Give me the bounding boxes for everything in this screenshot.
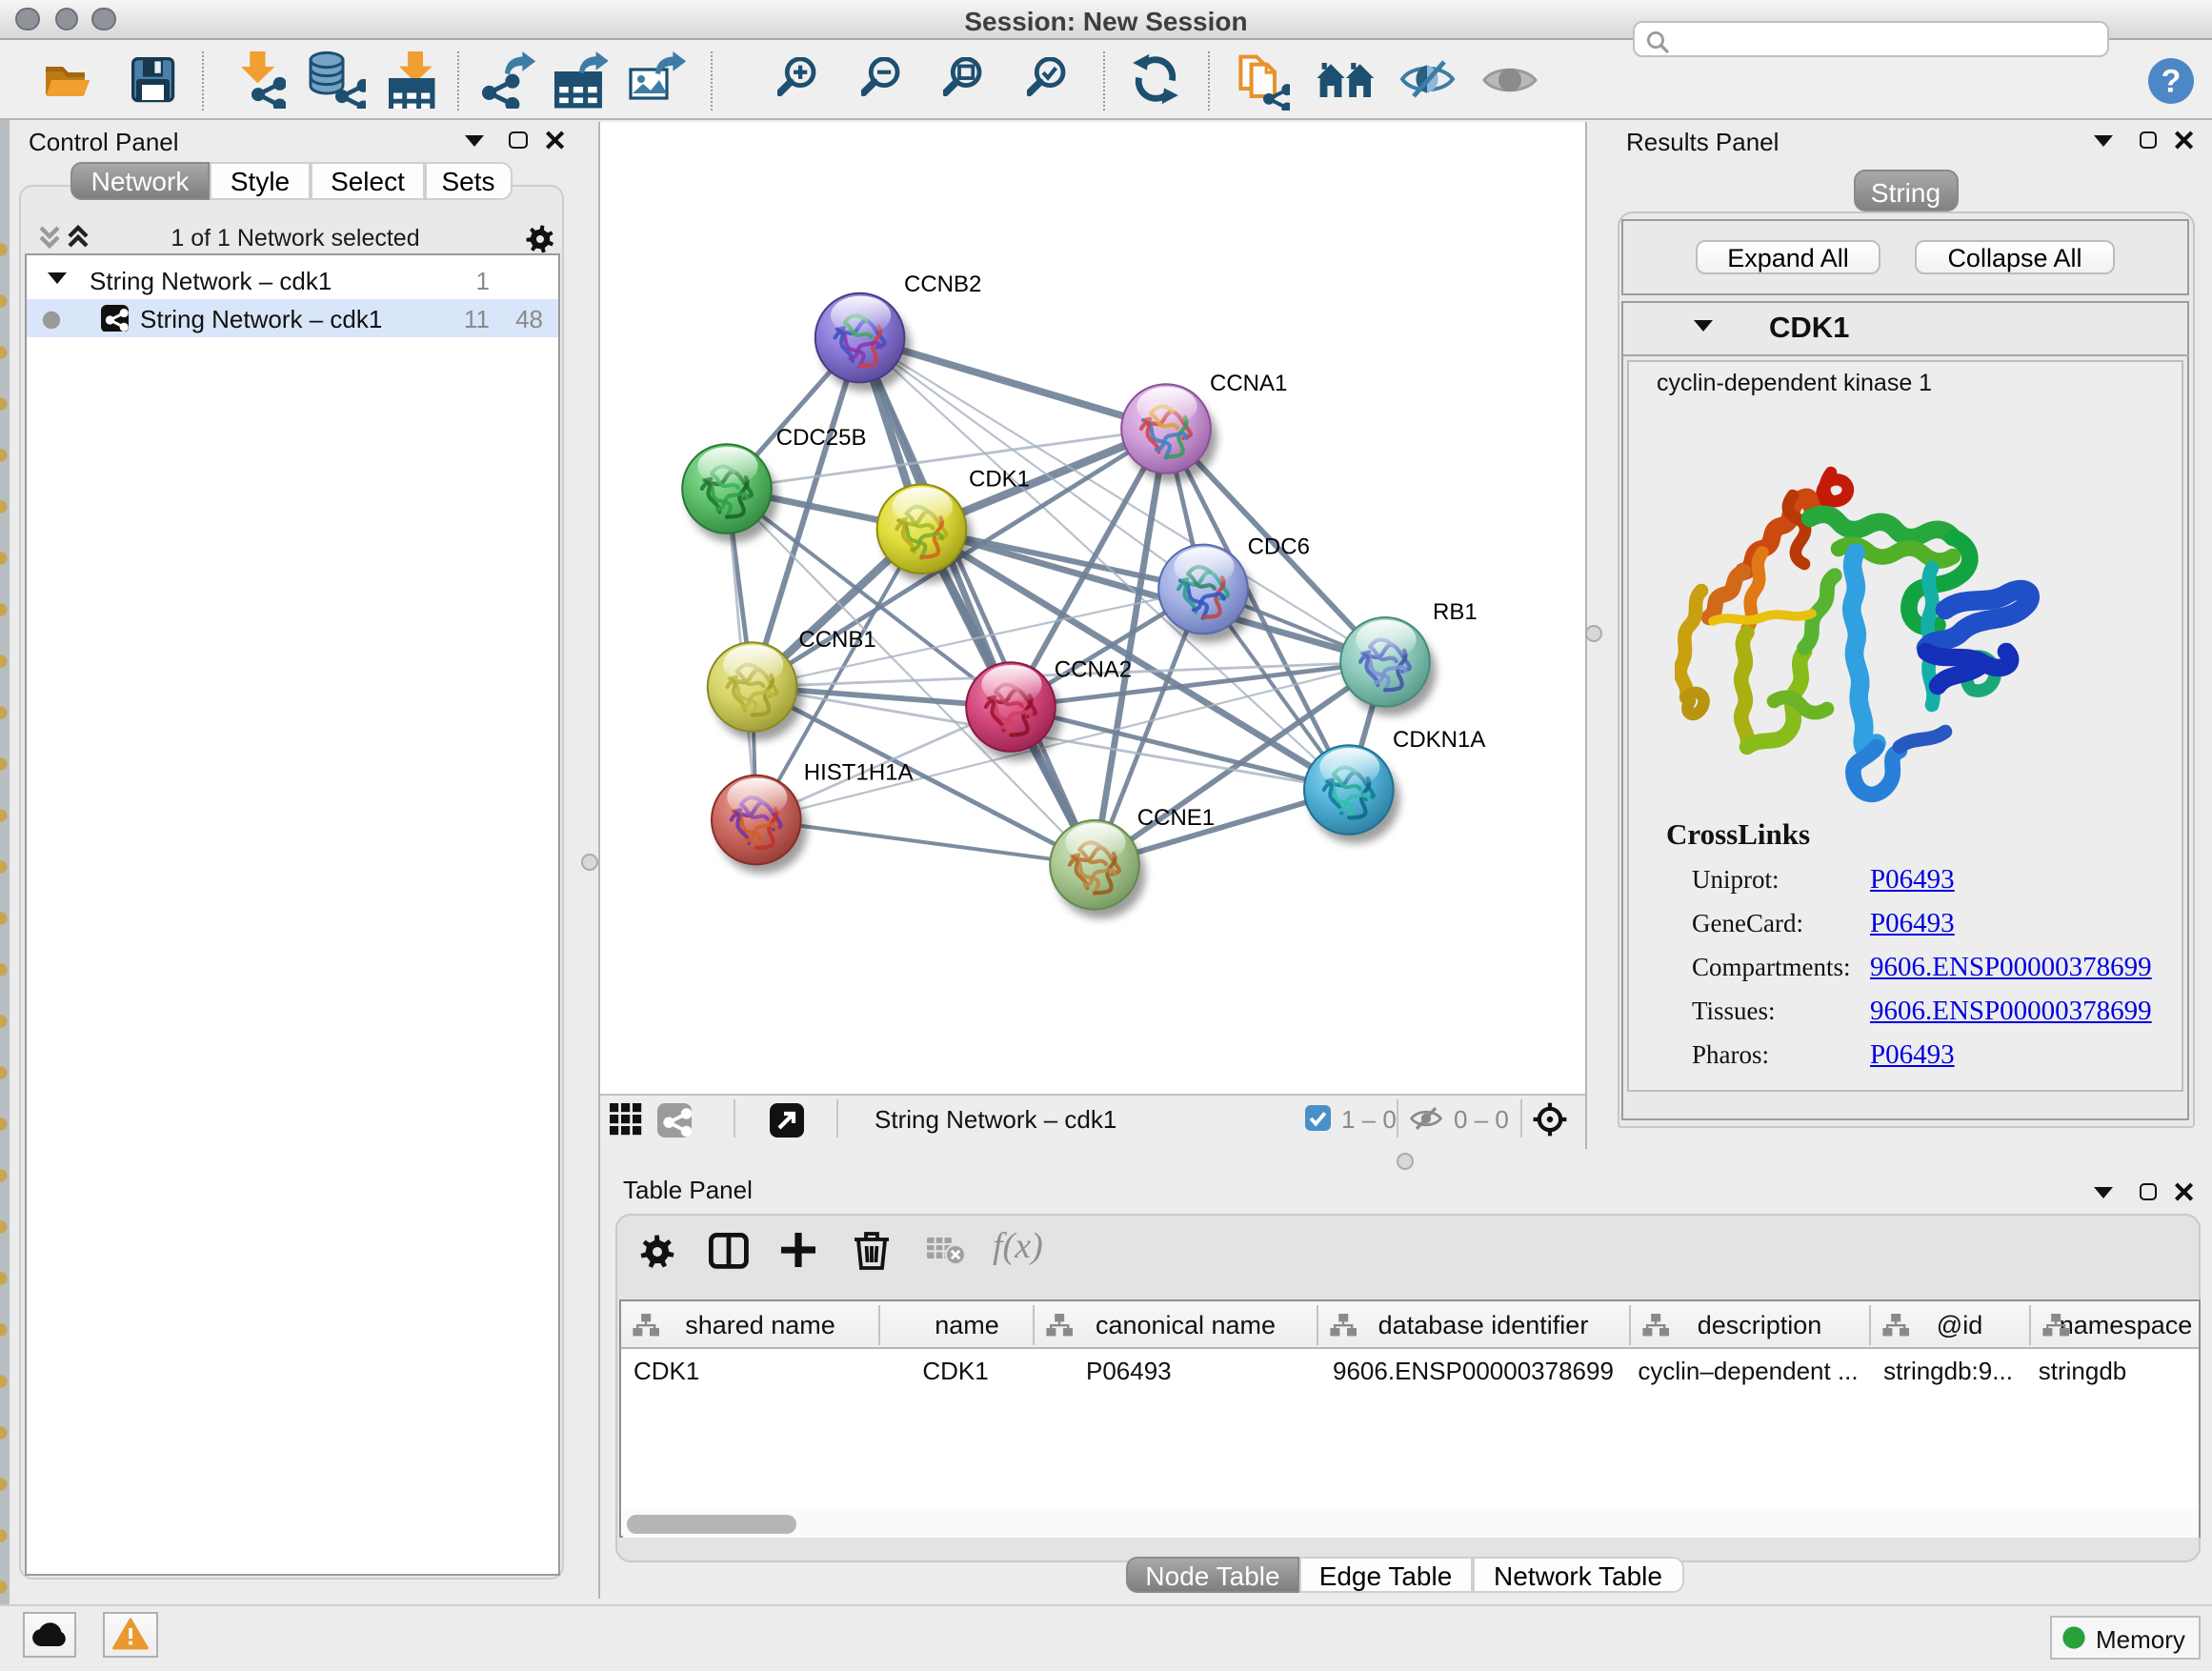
svg-text:CCNA1: CCNA1 <box>1210 370 1287 395</box>
svg-text:CDKN1A: CDKN1A <box>1393 726 1485 752</box>
svg-text:CDK1: CDK1 <box>969 466 1030 492</box>
svg-text:CCNB2: CCNB2 <box>904 271 981 296</box>
svg-text:CDC6: CDC6 <box>1248 534 1310 559</box>
svg-text:?: ? <box>2162 63 2182 99</box>
svg-text:CDC25B: CDC25B <box>776 424 867 450</box>
svg-text:CCNE1: CCNE1 <box>1137 804 1215 830</box>
svg-text:CCNB1: CCNB1 <box>798 626 875 652</box>
svg-text:CCNA2: CCNA2 <box>1055 656 1132 682</box>
svg-text:HIST1H1A: HIST1H1A <box>804 758 914 784</box>
svg-text:RB1: RB1 <box>1433 598 1478 624</box>
